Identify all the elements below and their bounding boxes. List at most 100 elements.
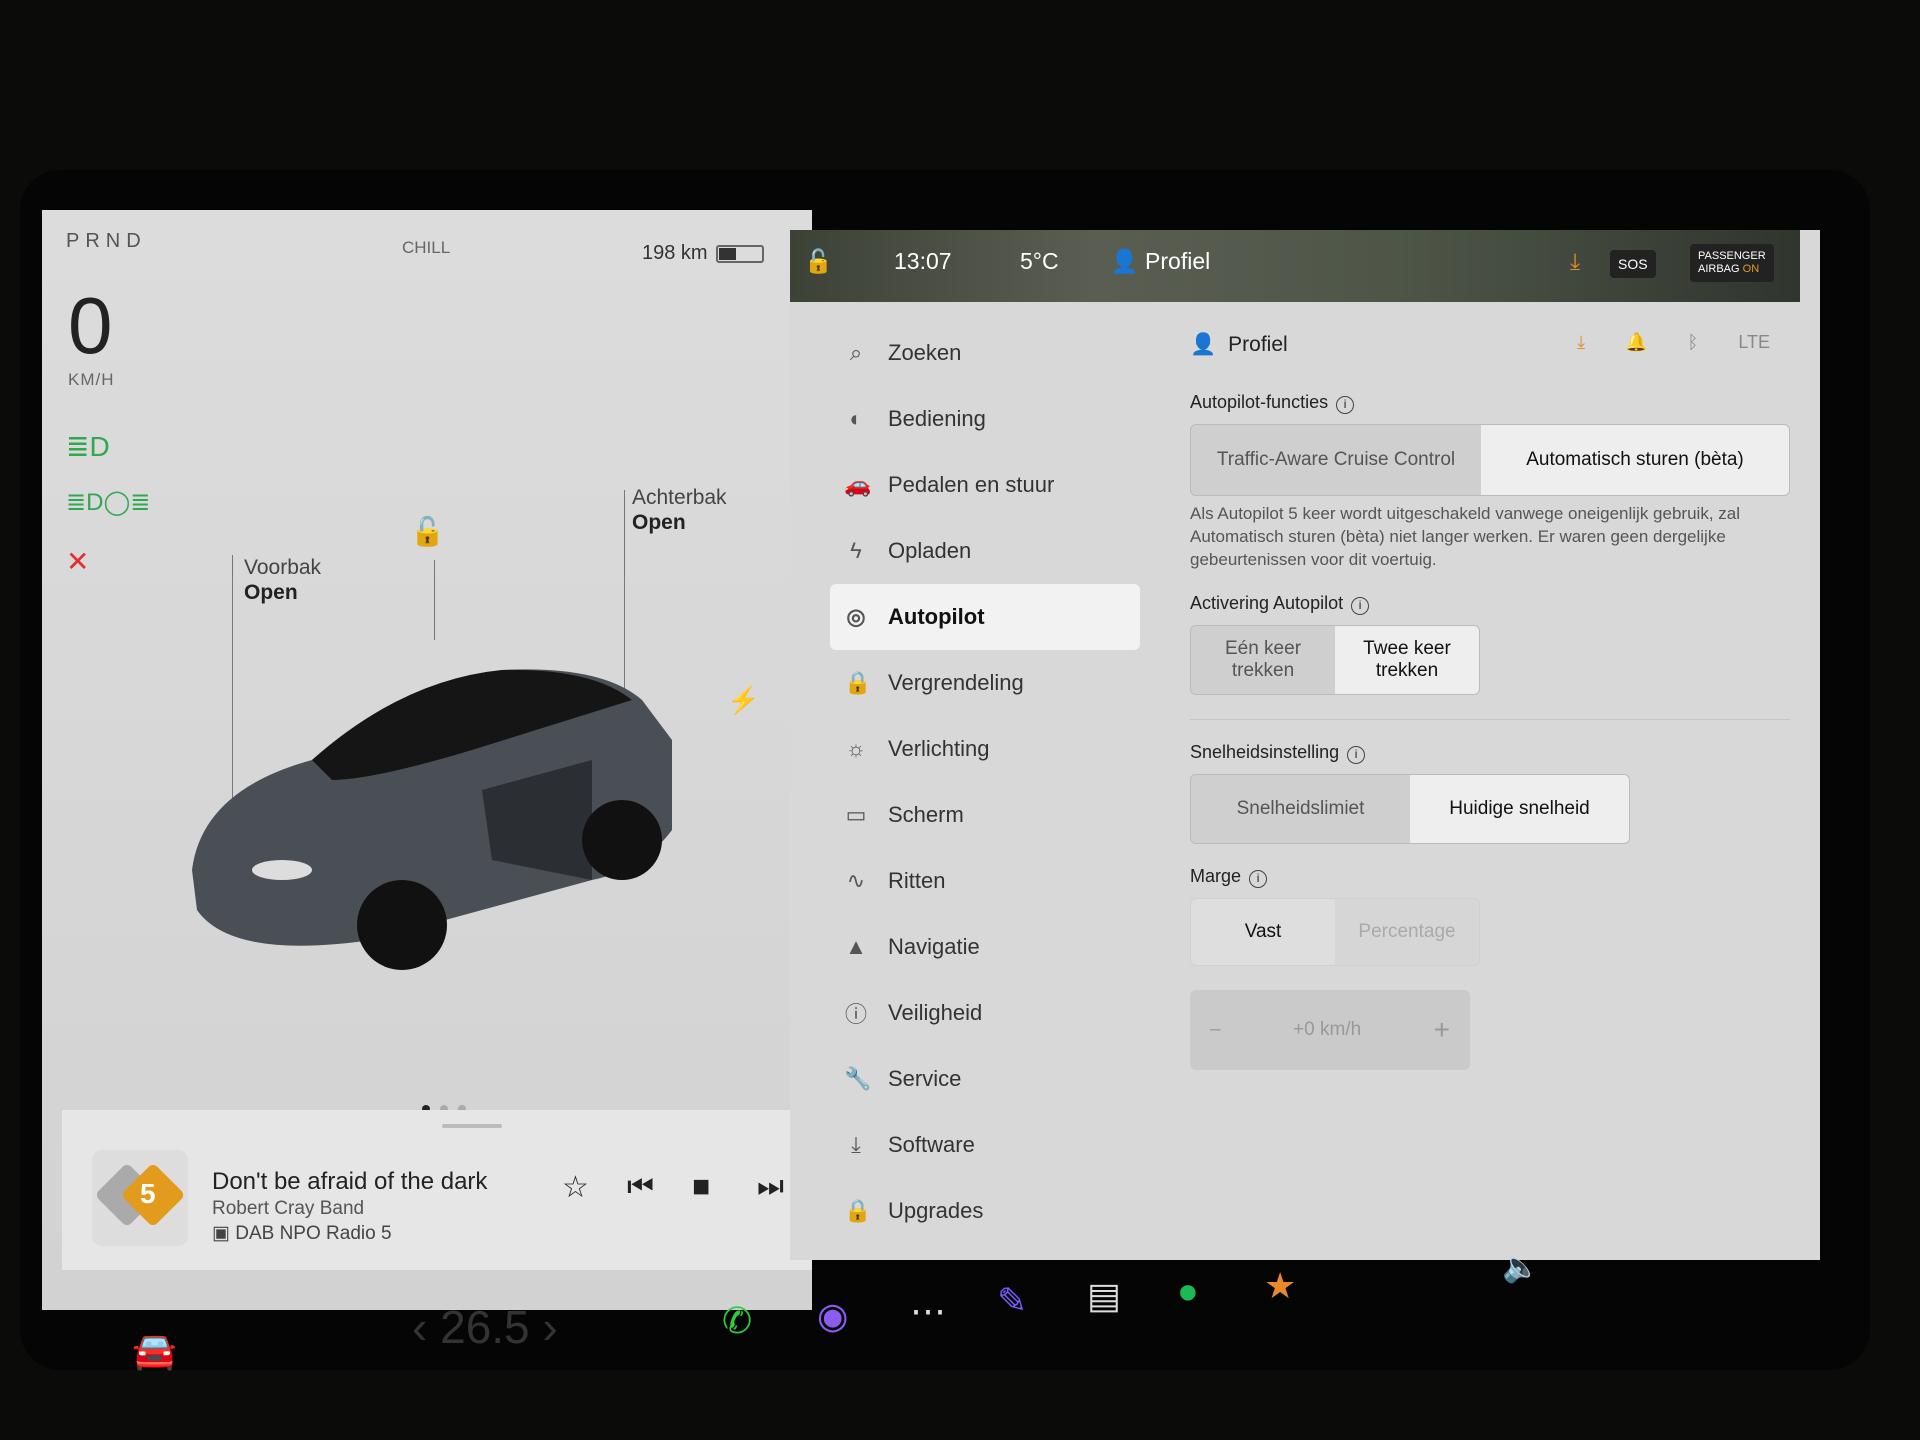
car-icon[interactable]: 🚘 <box>132 1330 177 1372</box>
nav-item-label: Bediening <box>888 406 986 431</box>
nav-item-veiligheid[interactable]: ⓘ Veiligheid <box>830 980 1140 1046</box>
bluetooth-icon: ᛒ <box>1687 332 1699 352</box>
status-icons: ⤓ 🔔 ᛒ LTE <box>1577 332 1770 353</box>
camera-icon[interactable]: ◉ <box>817 1295 848 1337</box>
nav-item-navigatie[interactable]: ▲ Navigatie <box>830 914 1140 980</box>
station-logo: 5 <box>92 1150 188 1246</box>
display-icon: ▭ <box>845 802 867 827</box>
nav-item-label: Pedalen en stuur <box>888 472 1055 497</box>
lte-signal-icon: LTE <box>1738 332 1770 352</box>
alert-icon: ⓘ <box>844 1002 867 1027</box>
download-icon: ⤓ <box>1577 332 1586 352</box>
speed-setting-selector[interactable]: Snelheidslimiet Huidige snelheid <box>1190 774 1630 844</box>
more-icon[interactable]: ⋯ <box>910 1290 946 1332</box>
media-player: 5 Don't be afraid of the dark Robert Cra… <box>62 1110 812 1270</box>
cabin-temperature[interactable]: ‹ 26.5 › <box>412 1300 558 1354</box>
speed-unit: KM/H <box>68 370 115 389</box>
speed: 0 <box>68 281 113 370</box>
nav-item-label: Opladen <box>888 538 972 563</box>
favorite-star-icon[interactable]: ☆ <box>562 1170 589 1205</box>
info-icon[interactable]: i <box>1347 746 1366 764</box>
headlight-icon: ≣D <box>66 431 110 462</box>
option-autosteer[interactable]: Automatisch sturen (bèta) <box>1481 425 1789 495</box>
drive-mode: CHILL <box>402 238 451 257</box>
option-fixed[interactable]: Vast <box>1191 899 1335 965</box>
profile-button[interactable]: 👤 Profiel <box>1110 248 1210 275</box>
stop-icon[interactable]: ■ <box>692 1170 710 1204</box>
margin-value: +0 km/h <box>1293 1019 1362 1040</box>
nav-item-zoeken[interactable]: ⌕ Zoeken <box>830 320 1140 386</box>
nav-item-label: Software <box>888 1132 975 1157</box>
info-icon[interactable]: i <box>1249 870 1268 888</box>
option-single-pull[interactable]: Eén keer trekken <box>1191 626 1335 694</box>
battery-icon <box>715 244 764 263</box>
bolt-icon: ϟ <box>850 538 862 563</box>
option-tacc[interactable]: Traffic-Aware Cruise Control <box>1191 425 1481 495</box>
trunk-label[interactable]: Achterbak Open <box>632 485 727 535</box>
activation-selector[interactable]: Eén keer trekken Twee keer trekken <box>1190 625 1480 695</box>
lock-status-icon[interactable]: 🔓 <box>804 248 833 275</box>
frunk-label[interactable]: Voorbak Open <box>244 555 321 605</box>
nav-item-label: Ritten <box>888 868 946 893</box>
navigation-icon: ▲ <box>845 934 867 959</box>
sun-icon: ☼ <box>845 736 867 761</box>
nav-item-vergrendeling[interactable]: 🔒 Vergrendeling <box>830 650 1140 716</box>
autopilot-features-selector[interactable]: Traffic-Aware Cruise Control Automatisch… <box>1190 424 1790 496</box>
phone-icon[interactable]: ✆ <box>722 1300 752 1342</box>
autopilot-settings: 👤 Profiel ⤓ 🔔 ᛒ LTE Autopilot-functies i Traf… <box>1190 320 1790 1070</box>
nav-item-label: Verlichting <box>888 736 990 761</box>
margin-stepper[interactable]: – +0 km/h + <box>1190 990 1470 1070</box>
option-percentage[interactable]: Percentage <box>1335 899 1479 965</box>
calendar-icon[interactable]: ▤ <box>1087 1275 1121 1317</box>
seatbelt-warning-icon: ✕ <box>66 546 90 577</box>
nav-item-scherm[interactable]: ▭ Scherm <box>830 782 1140 848</box>
nav-item-autopilot[interactable]: ◎ Autopilot <box>830 584 1140 650</box>
passenger-airbag-status: PASSENGER AIRBAG ON <box>1690 244 1774 282</box>
info-icon[interactable]: i <box>1336 396 1355 414</box>
nav-item-ritten[interactable]: ∿ Ritten <box>830 848 1140 914</box>
volume-icon[interactable]: 🔈 <box>1502 1250 1539 1285</box>
person-icon: 👤 <box>1190 333 1217 356</box>
nav-item-software[interactable]: ⤓ Software <box>830 1112 1140 1178</box>
clock: 13:07 <box>894 248 952 274</box>
toybox-icon[interactable]: ✎ <box>997 1280 1027 1322</box>
option-double-pull[interactable]: Twee keer trekken <box>1335 626 1479 694</box>
download-icon[interactable]: ⤓ <box>1570 248 1580 275</box>
song-title: Don't be afraid of the dark <box>212 1168 488 1195</box>
autopilot-description: Als Autopilot 5 keer wordt uitgeschakeld… <box>1190 504 1740 569</box>
option-current-speed[interactable]: Huidige snelheid <box>1410 775 1629 843</box>
nav-item-service[interactable]: 🔧 Service <box>830 1046 1140 1112</box>
settings-nav: ⌕ Zoeken ◐ Bediening 🚗 Pedalen en stuur ϟ Oplad… <box>830 320 1140 1244</box>
download-icon: ⤓ <box>851 1132 861 1157</box>
media-drag-handle[interactable] <box>442 1124 502 1128</box>
station: ▣ DAB NPO Radio 5 <box>212 1223 392 1244</box>
toggle-icon: ◐ <box>849 406 863 431</box>
nav-item-label: Zoeken <box>888 340 962 365</box>
nav-item-opladen[interactable]: ϟ Opladen <box>830 518 1140 584</box>
nav-item-label: Vergrendeling <box>888 670 1024 695</box>
nav-item-bediening[interactable]: ◐ Bediening <box>830 386 1140 452</box>
next-track-icon[interactable]: ⏭ <box>757 1170 784 1204</box>
option-speed-limit[interactable]: Snelheidslimiet <box>1191 775 1410 843</box>
search-icon: ⌕ <box>849 340 863 365</box>
range: 198 km <box>642 242 764 265</box>
bell-icon: 🔔 <box>1625 332 1648 352</box>
spotify-icon[interactable]: ● <box>1177 1270 1199 1312</box>
arcade-icon[interactable]: ★ <box>1264 1265 1296 1307</box>
nav-item-pedalen-en-stuur[interactable]: 🚗 Pedalen en stuur <box>830 452 1140 518</box>
car-icon: 🚗 <box>844 472 872 497</box>
nav-item-verlichting[interactable]: ☼ Verlichting <box>830 716 1140 782</box>
previous-track-icon[interactable]: ⏮ <box>627 1170 654 1204</box>
minus-button[interactable]: – <box>1210 1019 1221 1041</box>
nav-item-label: Service <box>888 1066 962 1091</box>
status-bar: 🔓 13:07 5°C 👤 Profiel ⤓ SOS PASSENGER AIR… <box>790 230 1800 302</box>
unlock-icon[interactable]: 🔓 <box>410 515 445 548</box>
sos-button[interactable]: SOS <box>1610 250 1656 278</box>
nav-item-label: Veiligheid <box>888 1000 983 1025</box>
margin-selector[interactable]: Vast Percentage <box>1190 898 1480 966</box>
nav-item-label: Navigatie <box>888 934 980 959</box>
plus-button[interactable]: + <box>1434 1014 1450 1046</box>
nav-item-upgrades[interactable]: 🔒 Upgrades <box>830 1178 1140 1244</box>
info-icon[interactable]: i <box>1351 597 1370 615</box>
artist: Robert Cray Band <box>212 1198 365 1219</box>
